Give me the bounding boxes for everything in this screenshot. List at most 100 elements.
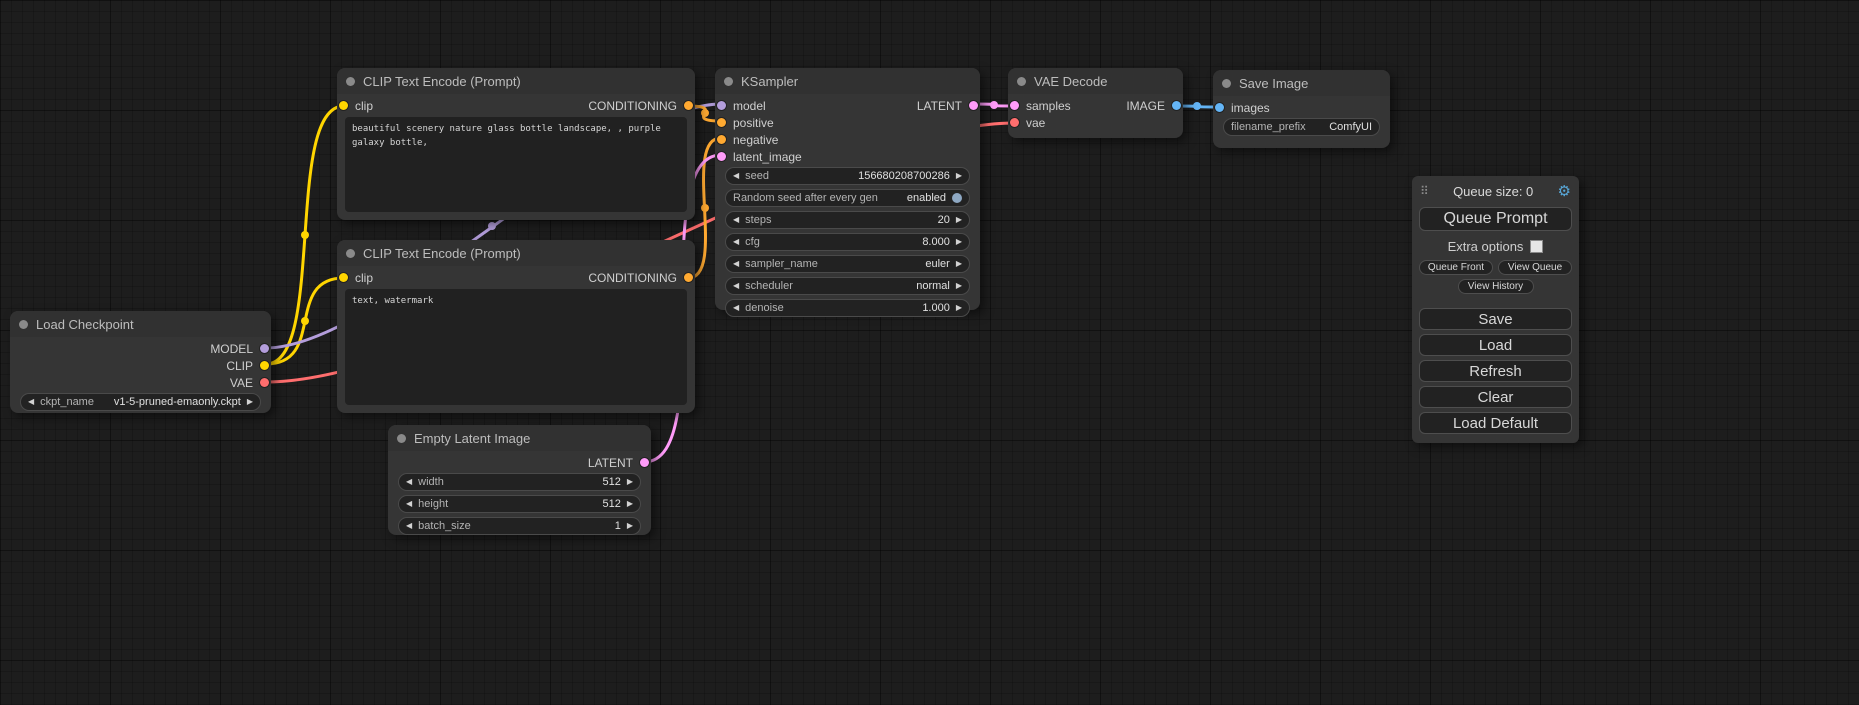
increment-icon[interactable]: ▶ [956, 304, 962, 312]
widget-filename-prefix[interactable]: filename_prefix ComfyUI [1223, 118, 1380, 136]
increment-icon[interactable]: ▶ [956, 238, 962, 246]
save-button[interactable]: Save [1419, 308, 1572, 330]
input-port-latent-image[interactable] [717, 152, 726, 161]
queue-prompt-button[interactable]: Queue Prompt [1419, 207, 1572, 231]
slot-row: model LATENT [715, 97, 980, 114]
widget-value: 20 [938, 214, 950, 226]
increment-icon[interactable]: ▶ [956, 172, 962, 180]
collapse-dot-icon[interactable] [346, 249, 355, 258]
collapse-dot-icon[interactable] [724, 77, 733, 86]
widget-random-seed[interactable]: Random seed after every gen enabled [725, 189, 970, 207]
node-ksampler[interactable]: KSampler model LATENT positive negative … [715, 68, 980, 310]
node-title-bar[interactable]: Load Checkpoint [10, 311, 271, 337]
input-port-model[interactable] [717, 101, 726, 110]
decrement-icon[interactable]: ◀ [406, 500, 412, 508]
load-button[interactable]: Load [1419, 334, 1572, 356]
decrement-icon[interactable]: ◀ [733, 282, 739, 290]
output-port-latent[interactable] [969, 101, 978, 110]
widget-ckpt-name[interactable]: ◀ ckpt_name v1-5-pruned-emaonly.ckpt ▶ [20, 393, 261, 411]
node-title-bar[interactable]: CLIP Text Encode (Prompt) [337, 240, 695, 266]
input-port-positive[interactable] [717, 118, 726, 127]
widget-height[interactable]: ◀ height 512 ▶ [398, 495, 641, 513]
node-title-bar[interactable]: VAE Decode [1008, 68, 1183, 94]
node-vae-decode[interactable]: VAE Decode samples IMAGE vae [1008, 68, 1183, 138]
output-port-conditioning[interactable] [684, 101, 693, 110]
prompt-text-field[interactable]: beautiful scenery nature glass bottle la… [345, 117, 687, 212]
collapse-dot-icon[interactable] [346, 77, 355, 86]
widget-width[interactable]: ◀ width 512 ▶ [398, 473, 641, 491]
input-port-samples[interactable] [1010, 101, 1019, 110]
input-port-images[interactable] [1215, 103, 1224, 112]
increment-icon[interactable]: ▶ [956, 260, 962, 268]
decrement-icon[interactable]: ◀ [28, 398, 34, 406]
collapse-dot-icon[interactable] [1017, 77, 1026, 86]
clear-button[interactable]: Clear [1419, 386, 1572, 408]
collapse-dot-icon[interactable] [397, 434, 406, 443]
node-graph-canvas[interactable]: Load Checkpoint MODEL CLIP VAE ◀ ckpt_na… [0, 0, 1859, 705]
slot-label: CONDITIONING [588, 271, 677, 285]
increment-icon[interactable]: ▶ [627, 478, 633, 486]
drag-handle-icon[interactable]: ⠿ [1420, 184, 1429, 198]
input-port-vae[interactable] [1010, 118, 1019, 127]
widget-value: euler [925, 258, 949, 270]
decrement-icon[interactable]: ◀ [406, 478, 412, 486]
input-port-negative[interactable] [717, 135, 726, 144]
output-port-clip[interactable] [260, 361, 269, 370]
node-load-checkpoint[interactable]: Load Checkpoint MODEL CLIP VAE ◀ ckpt_na… [10, 311, 271, 413]
refresh-button[interactable]: Refresh [1419, 360, 1572, 382]
toggle-icon[interactable] [952, 193, 962, 203]
node-title-bar[interactable]: KSampler [715, 68, 980, 94]
node-clip-text-encode-positive[interactable]: CLIP Text Encode (Prompt) clip CONDITION… [337, 68, 695, 220]
view-history-button[interactable]: View History [1458, 279, 1534, 294]
decrement-icon[interactable]: ◀ [733, 172, 739, 180]
load-default-button[interactable]: Load Default [1419, 412, 1572, 434]
node-title-bar[interactable]: CLIP Text Encode (Prompt) [337, 68, 695, 94]
widget-label: steps [745, 214, 771, 226]
input-port-clip[interactable] [339, 273, 348, 282]
widget-steps[interactable]: ◀ steps 20 ▶ [725, 211, 970, 229]
slot-label: CLIP [226, 359, 253, 373]
node-title-bar[interactable]: Empty Latent Image [388, 425, 651, 451]
widget-sampler-name[interactable]: ◀ sampler_name euler ▶ [725, 255, 970, 273]
widget-denoise[interactable]: ◀ denoise 1.000 ▶ [725, 299, 970, 317]
widget-cfg[interactable]: ◀ cfg 8.000 ▶ [725, 233, 970, 251]
decrement-icon[interactable]: ◀ [733, 304, 739, 312]
output-port-vae[interactable] [260, 378, 269, 387]
gear-icon[interactable]: ⚙ [1558, 182, 1571, 200]
node-title: CLIP Text Encode (Prompt) [363, 74, 521, 89]
widget-seed[interactable]: ◀ seed 156680208700286 ▶ [725, 167, 970, 185]
output-port-model[interactable] [260, 344, 269, 353]
output-port-conditioning[interactable] [684, 273, 693, 282]
node-title-bar[interactable]: Save Image [1213, 70, 1390, 96]
widget-label: sampler_name [745, 258, 818, 270]
extra-options-checkbox[interactable] [1530, 240, 1543, 253]
decrement-icon[interactable]: ◀ [406, 522, 412, 530]
increment-icon[interactable]: ▶ [956, 216, 962, 224]
widget-batch-size[interactable]: ◀ batch_size 1 ▶ [398, 517, 641, 535]
increment-icon[interactable]: ▶ [627, 522, 633, 530]
collapse-dot-icon[interactable] [19, 320, 28, 329]
widget-value: enabled [907, 192, 946, 204]
node-save-image[interactable]: Save Image images filename_prefix ComfyU… [1213, 70, 1390, 148]
increment-icon[interactable]: ▶ [627, 500, 633, 508]
widget-label: cfg [745, 236, 760, 248]
decrement-icon[interactable]: ◀ [733, 238, 739, 246]
output-slot-model: MODEL [10, 340, 271, 357]
slot-label: images [1231, 101, 1270, 115]
node-clip-text-encode-negative[interactable]: CLIP Text Encode (Prompt) clip CONDITION… [337, 240, 695, 413]
decrement-icon[interactable]: ◀ [733, 216, 739, 224]
link-midpoint-dot [701, 109, 709, 117]
widget-scheduler[interactable]: ◀ scheduler normal ▶ [725, 277, 970, 295]
widget-value: 156680208700286 [858, 170, 950, 182]
decrement-icon[interactable]: ◀ [733, 260, 739, 268]
prompt-text-field[interactable]: text, watermark [345, 289, 687, 405]
increment-icon[interactable]: ▶ [247, 398, 253, 406]
input-port-clip[interactable] [339, 101, 348, 110]
node-empty-latent-image[interactable]: Empty Latent Image LATENT ◀ width 512 ▶ … [388, 425, 651, 535]
queue-front-button[interactable]: Queue Front [1419, 260, 1493, 275]
increment-icon[interactable]: ▶ [956, 282, 962, 290]
collapse-dot-icon[interactable] [1222, 79, 1231, 88]
view-queue-button[interactable]: View Queue [1498, 260, 1572, 275]
output-port-latent[interactable] [640, 458, 649, 467]
output-port-image[interactable] [1172, 101, 1181, 110]
